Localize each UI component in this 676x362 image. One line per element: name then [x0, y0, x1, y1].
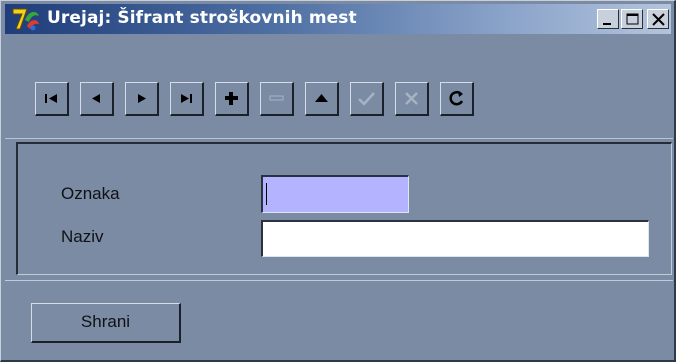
maximize-icon [626, 13, 639, 25]
minimize-button[interactable] [597, 9, 619, 29]
window-title: Urejaj: Šifrant stroškovnih mest [47, 8, 357, 28]
maximize-button[interactable] [621, 9, 643, 29]
post-edit-button[interactable] [350, 82, 384, 116]
prior-record-button[interactable] [80, 82, 114, 116]
insert-record-button[interactable] [215, 82, 249, 116]
edit-window: Urejaj: Šifrant stroškovnih mest Oznaka … [0, 0, 676, 362]
last-record-icon [181, 94, 192, 103]
first-record-button[interactable] [35, 82, 69, 116]
edit-record-button[interactable] [305, 82, 339, 116]
title-bar[interactable]: Urejaj: Šifrant stroškovnih mest [5, 4, 671, 34]
toolbar-separator [5, 138, 673, 139]
first-record-icon [45, 94, 57, 103]
navigator-toolbar [18, 54, 626, 55]
cancel-edit-icon [405, 92, 418, 105]
name-label: Naziv [61, 227, 104, 246]
insert-record-icon [225, 92, 238, 105]
prior-record-icon [92, 94, 100, 103]
refresh-data-icon [449, 90, 464, 106]
text-caret [266, 183, 267, 205]
post-edit-icon [358, 92, 375, 106]
cancel-edit-button[interactable] [395, 82, 429, 116]
code-field[interactable] [261, 175, 409, 213]
last-record-button[interactable] [170, 82, 204, 116]
app-logo-icon [12, 8, 39, 31]
close-icon [652, 13, 665, 26]
next-record-button[interactable] [125, 82, 159, 116]
minimize-icon [603, 23, 611, 25]
next-record-icon [138, 94, 146, 103]
close-button[interactable] [647, 9, 669, 29]
name-field[interactable] [261, 220, 649, 257]
footer-separator [5, 280, 673, 281]
refresh-data-button[interactable] [440, 82, 474, 116]
delete-record-button[interactable] [260, 82, 294, 116]
delete-record-icon [269, 95, 284, 101]
save-button[interactable]: Shrani [31, 303, 181, 343]
code-label: Oznaka [61, 184, 120, 203]
edit-record-icon [315, 94, 328, 102]
